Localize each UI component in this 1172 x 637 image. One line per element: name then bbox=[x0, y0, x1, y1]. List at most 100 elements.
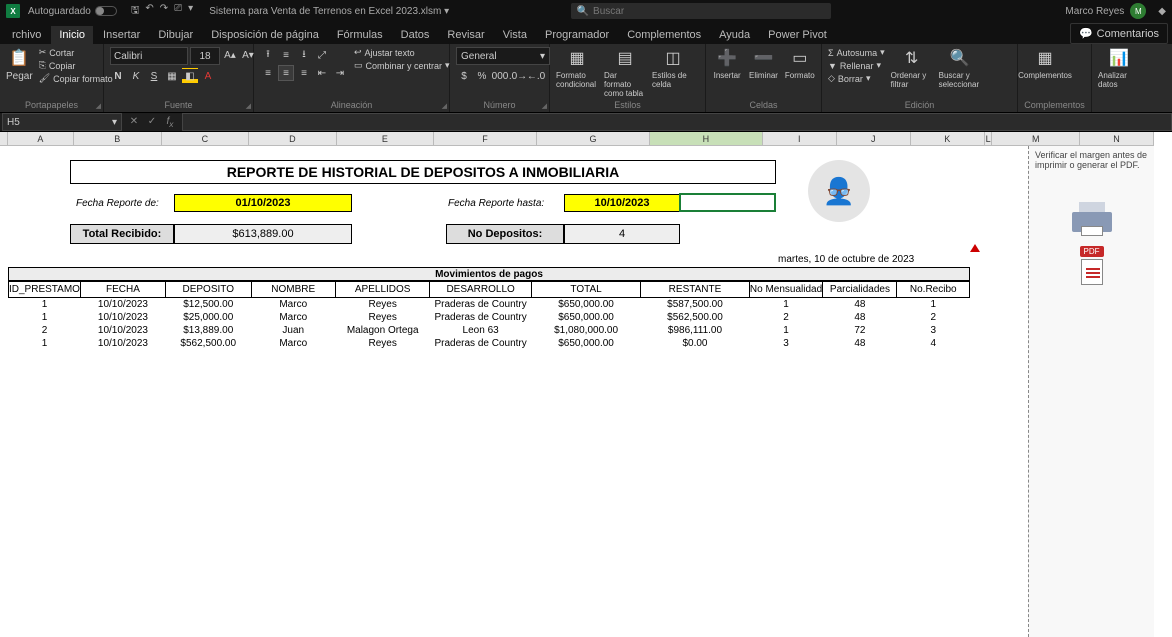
toggle-icon[interactable] bbox=[95, 6, 117, 16]
paste-button[interactable]: 📋 Pegar bbox=[6, 47, 33, 82]
qat-more-icon[interactable]: ▾ bbox=[188, 3, 193, 20]
find-select-button[interactable]: 🔍Buscar y seleccionar bbox=[939, 47, 981, 89]
select-all-corner[interactable] bbox=[0, 132, 8, 146]
column-header-G[interactable]: G bbox=[537, 132, 650, 146]
italic-button[interactable]: K bbox=[128, 68, 144, 84]
touch-icon[interactable]: ⎚ bbox=[174, 3, 182, 20]
enter-formula-icon[interactable]: ✓ bbox=[144, 116, 160, 129]
cut-button[interactable]: ✂Cortar bbox=[39, 47, 113, 58]
column-header-K[interactable]: K bbox=[911, 132, 985, 146]
delete-cells-button[interactable]: ➖Eliminar bbox=[748, 47, 778, 80]
format-cells-button[interactable]: ▭Formato bbox=[785, 47, 815, 80]
search-box[interactable]: 🔍 Buscar bbox=[571, 3, 831, 19]
analyze-button[interactable]: 📊Analizar datos bbox=[1098, 47, 1140, 89]
tab-vista[interactable]: Vista bbox=[495, 26, 535, 44]
file-name[interactable]: Sistema para Venta de Terrenos en Excel … bbox=[209, 6, 449, 17]
indent-inc-icon[interactable]: ⇥ bbox=[332, 65, 348, 81]
font-color-button[interactable]: A bbox=[200, 68, 216, 84]
window-controls[interactable]: ◆ bbox=[1158, 6, 1166, 17]
cell-styles-button[interactable]: ◫Estilos de celda bbox=[652, 47, 694, 89]
tab-ayuda[interactable]: Ayuda bbox=[711, 26, 758, 44]
tab-disposicion[interactable]: Disposición de página bbox=[203, 26, 327, 44]
table-row[interactable]: 110/10/2023$562,500.00MarcoReyesPraderas… bbox=[9, 337, 970, 350]
format-painter-button[interactable]: 🖌Copiar formato bbox=[39, 73, 113, 84]
autosum-button[interactable]: ΣAutosuma ▾ bbox=[828, 47, 885, 58]
insert-cells-button[interactable]: ➕Insertar bbox=[712, 47, 742, 80]
worksheet[interactable]: ABCDEFGHIJKLMN REPORTE DE HISTORIAL DE D… bbox=[0, 132, 1172, 637]
tab-insertar[interactable]: Insertar bbox=[95, 26, 148, 44]
tab-inicio[interactable]: Inicio bbox=[51, 26, 93, 44]
increase-font-icon[interactable]: A▴ bbox=[222, 47, 238, 63]
comment-indicator-icon[interactable] bbox=[970, 244, 980, 252]
tab-complementos[interactable]: Complementos bbox=[619, 26, 709, 44]
align-top-icon[interactable]: ⭱ bbox=[260, 47, 276, 63]
dialog-launcher-icon[interactable]: ◢ bbox=[442, 102, 447, 110]
dec-decimal-icon[interactable]: ←.0 bbox=[528, 68, 544, 84]
sort-filter-button[interactable]: ⇅Ordenar y filtrar bbox=[891, 47, 933, 89]
dialog-launcher-icon[interactable]: ◢ bbox=[246, 102, 251, 110]
column-header-M[interactable]: M bbox=[992, 132, 1080, 146]
column-header-C[interactable]: C bbox=[162, 132, 250, 146]
column-header-E[interactable]: E bbox=[337, 132, 434, 146]
tab-archivo[interactable]: rchivo bbox=[4, 26, 49, 44]
fill-color-button[interactable]: ◧ bbox=[182, 68, 198, 84]
comma-icon[interactable]: 000 bbox=[492, 68, 508, 84]
currency-icon[interactable]: $ bbox=[456, 68, 472, 84]
format-as-table-button[interactable]: ▤Dar formato como tabla bbox=[604, 47, 646, 98]
column-header-B[interactable]: B bbox=[74, 132, 162, 146]
user-area[interactable]: Marco Reyes M ◆ bbox=[1065, 3, 1166, 19]
column-header-H[interactable]: H bbox=[650, 132, 763, 146]
active-cell[interactable] bbox=[679, 193, 776, 212]
tab-programador[interactable]: Programador bbox=[537, 26, 617, 44]
column-header-I[interactable]: I bbox=[763, 132, 837, 146]
tab-datos[interactable]: Datos bbox=[393, 26, 438, 44]
photo-placeholder[interactable]: 👤 👓 bbox=[808, 160, 870, 222]
name-box[interactable]: H5▾ bbox=[2, 113, 122, 131]
column-header-L[interactable]: L bbox=[985, 132, 993, 146]
indent-dec-icon[interactable]: ⇤ bbox=[314, 65, 330, 81]
tab-formulas[interactable]: Fórmulas bbox=[329, 26, 391, 44]
undo-icon[interactable]: ↶ bbox=[145, 3, 153, 20]
percent-icon[interactable]: % bbox=[474, 68, 490, 84]
align-center-icon[interactable]: ≡ bbox=[278, 65, 294, 81]
redo-icon[interactable]: ↷ bbox=[160, 3, 168, 20]
orientation-icon[interactable]: ⤢ bbox=[314, 47, 330, 63]
sheet-body[interactable]: REPORTE DE HISTORIAL DE DEPOSITOS A INMO… bbox=[8, 146, 1154, 637]
wrap-text-button[interactable]: ↩Ajustar texto bbox=[354, 47, 450, 58]
border-button[interactable]: ▦ bbox=[164, 68, 180, 84]
tab-powerpivot[interactable]: Power Pivot bbox=[760, 26, 835, 44]
tab-revisar[interactable]: Revisar bbox=[439, 26, 492, 44]
align-left-icon[interactable]: ≡ bbox=[260, 65, 276, 81]
align-bottom-icon[interactable]: ⭳ bbox=[296, 47, 312, 63]
column-header-J[interactable]: J bbox=[837, 132, 911, 146]
conditional-format-button[interactable]: ▦Formato condicional bbox=[556, 47, 598, 89]
underline-button[interactable]: S bbox=[146, 68, 162, 84]
dialog-launcher-icon[interactable]: ◢ bbox=[542, 102, 547, 110]
formula-input[interactable] bbox=[182, 113, 1172, 131]
font-name-input[interactable] bbox=[110, 47, 188, 65]
column-header-F[interactable]: F bbox=[434, 132, 537, 146]
save-icon[interactable]: 🖫 bbox=[131, 3, 140, 20]
tab-dibujar[interactable]: Dibujar bbox=[150, 26, 201, 44]
table-row[interactable]: 110/10/2023$25,000.00MarcoReyesPraderas … bbox=[9, 311, 970, 324]
bold-button[interactable]: N bbox=[110, 68, 126, 84]
date-from-value[interactable]: 01/10/2023 bbox=[174, 194, 352, 212]
fx-icon[interactable]: fx bbox=[162, 116, 178, 129]
table-row[interactable]: 210/10/2023$13,889.00JuanMalagon OrtegaL… bbox=[9, 324, 970, 337]
inc-decimal-icon[interactable]: .0→ bbox=[510, 68, 526, 84]
date-to-value[interactable]: 10/10/2023 bbox=[564, 194, 680, 212]
table-row[interactable]: 110/10/2023$12,500.00MarcoReyesPraderas … bbox=[9, 298, 970, 312]
fill-button[interactable]: ▼Rellenar ▾ bbox=[828, 60, 885, 71]
column-header-D[interactable]: D bbox=[249, 132, 337, 146]
clear-button[interactable]: ◇Borrar ▾ bbox=[828, 73, 885, 84]
pdf-button[interactable]: PDF bbox=[1035, 246, 1148, 285]
column-header-A[interactable]: A bbox=[8, 132, 74, 146]
copy-button[interactable]: ⎘Copiar bbox=[39, 60, 113, 71]
number-format-select[interactable]: General▾ bbox=[456, 47, 550, 65]
print-button[interactable] bbox=[1072, 200, 1112, 232]
comments-button[interactable]: 💬 Comentarios bbox=[1070, 23, 1168, 44]
avatar-icon[interactable]: M bbox=[1130, 3, 1146, 19]
autosave-toggle[interactable]: Autoguardado bbox=[28, 6, 117, 17]
dialog-launcher-icon[interactable]: ◢ bbox=[96, 102, 101, 110]
font-size-input[interactable] bbox=[190, 47, 220, 65]
